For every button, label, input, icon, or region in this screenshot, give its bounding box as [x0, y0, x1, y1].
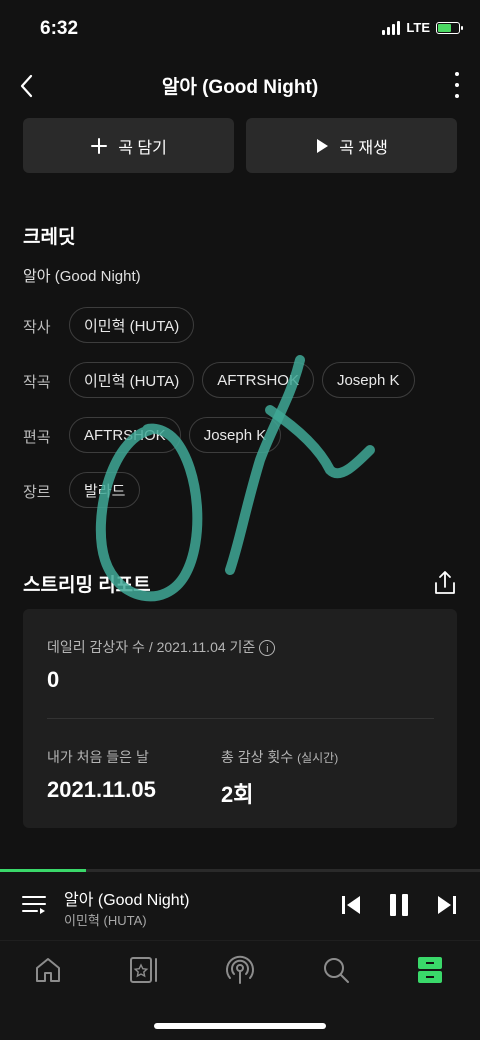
add-song-label: 곡 담기	[118, 139, 167, 157]
credit-row-label: 편곡	[23, 429, 51, 446]
play-icon	[317, 138, 329, 153]
credits-title: 크레딧	[23, 227, 76, 248]
first-listen-label: 내가 처음 들은 날	[47, 749, 149, 765]
credit-chip[interactable]: Joseph K	[188, 417, 282, 453]
status-time: 6:32	[40, 18, 79, 39]
signal-icon	[382, 20, 401, 35]
more-options-icon[interactable]	[452, 72, 462, 98]
daily-listeners-text: 데일리 감상자 수 / 2021.11.04 기준	[47, 639, 256, 655]
network-label: LTE	[406, 20, 430, 35]
home-icon[interactable]	[30, 952, 66, 988]
share-icon[interactable]	[434, 570, 456, 596]
add-song-button[interactable]: 곡 담기	[23, 118, 234, 173]
credit-chip[interactable]: 이민혁 (HUTA)	[69, 362, 195, 398]
previous-icon[interactable]	[338, 892, 364, 918]
first-listen-value: 2021.11.05	[47, 777, 156, 802]
playlist-icon[interactable]	[22, 893, 48, 917]
credit-chip[interactable]: 발라드	[69, 472, 141, 508]
credit-chip[interactable]: AFTRSHOK	[202, 362, 314, 398]
search-icon[interactable]	[318, 952, 354, 988]
credit-row-label: 작사	[23, 319, 51, 336]
battery-icon	[436, 21, 463, 34]
total-plays-value: 2회	[221, 782, 254, 807]
plus-icon	[91, 137, 108, 154]
credit-chips: 발라드	[69, 472, 141, 508]
credit-chips: AFTRSHOK Joseph K	[69, 417, 282, 453]
total-plays-label: 총 감상 횟수 (실시간)	[221, 747, 338, 767]
credits-song: 알아 (Good Night)	[23, 268, 141, 285]
now-playing-title: 알아 (Good Night)	[64, 892, 190, 909]
total-plays-text: 총 감상 횟수	[221, 749, 294, 765]
status-indicators: LTE	[382, 20, 463, 35]
page-title: 알아 (Good Night)	[161, 77, 319, 98]
play-song-label: 곡 재생	[339, 139, 388, 157]
daily-listeners-value: 0	[47, 667, 60, 692]
credit-chips: 이민혁 (HUTA) AFTRSHOK Joseph K	[69, 362, 415, 398]
streaming-title: 스트리밍 리포트	[23, 575, 151, 596]
credit-chip[interactable]: AFTRSHOK	[69, 417, 181, 453]
total-plays-suffix: (실시간)	[297, 751, 339, 765]
podcast-icon[interactable]	[222, 952, 258, 988]
daily-listeners-label: 데일리 감상자 수 / 2021.11.04 기준 i	[47, 637, 276, 657]
info-icon[interactable]: i	[259, 640, 276, 657]
now-playing-artist: 이민혁 (HUTA)	[64, 913, 147, 928]
credit-row-label: 장르	[23, 484, 51, 501]
pause-icon[interactable]	[386, 892, 412, 918]
next-icon[interactable]	[434, 892, 460, 918]
card-divider	[47, 718, 434, 719]
credit-row-label: 작곡	[23, 374, 51, 391]
home-indicator	[154, 1023, 326, 1029]
play-song-button[interactable]: 곡 재생	[246, 118, 457, 173]
storage-icon[interactable]	[412, 952, 448, 988]
credit-chip[interactable]: 이민혁 (HUTA)	[69, 307, 195, 343]
credit-chips: 이민혁 (HUTA)	[69, 307, 195, 343]
credit-chip[interactable]: Joseph K	[321, 362, 415, 398]
library-icon[interactable]	[126, 952, 162, 988]
